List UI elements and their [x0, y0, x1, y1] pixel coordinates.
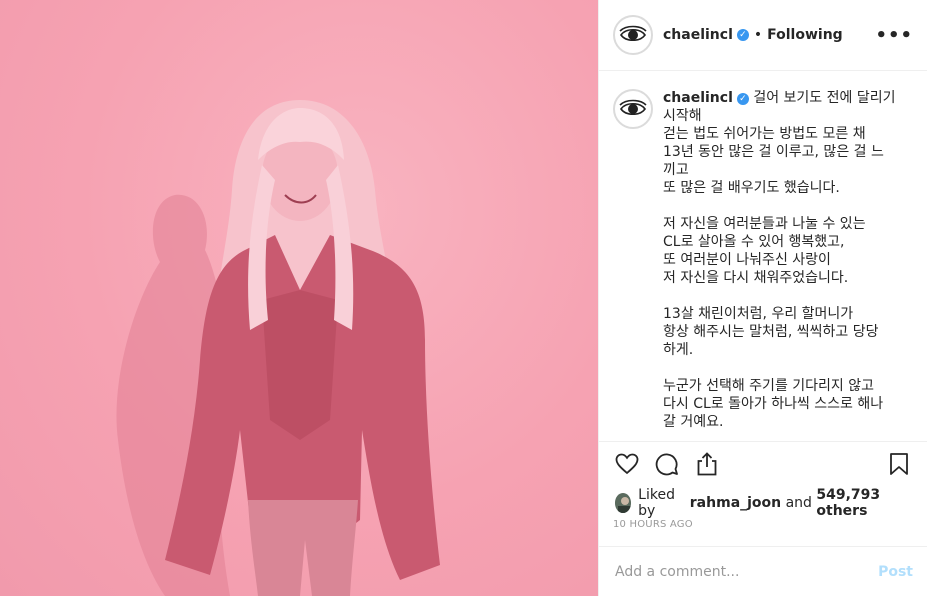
verified-badge-icon: ✓	[736, 93, 749, 105]
caption-line: 또 여러분이 나눠주신 사랑이	[663, 252, 831, 268]
caption-line: 13년 동안 많은 걸 이루고, 많은 걸 느	[663, 144, 884, 160]
post-comment-button[interactable]: Post	[878, 564, 913, 580]
likes-prefix: Liked by	[638, 487, 675, 519]
post-photo[interactable]	[0, 0, 598, 596]
author-username[interactable]: chaelincl	[663, 27, 733, 43]
eye-avatar-icon	[616, 18, 650, 52]
liker-username[interactable]: rahma_joon	[690, 495, 781, 511]
caption-line: 걷는 법도 쉬어가는 방법도 모른 채	[663, 126, 866, 142]
post-side-panel: chaelincl ✓ • Following ••• chaelincl ✓ …	[598, 0, 927, 596]
caption-line: 항상 해주시는 말처럼, 씩씩하고 당당	[663, 324, 879, 340]
add-comment-bar: Post	[599, 546, 927, 596]
photo-subject	[116, 100, 440, 596]
caption-line: 또 많은 걸 배우기도 했습니다.	[663, 180, 840, 196]
caption-line: 저 자신을 여러분들과 나눌 수 있는	[663, 216, 866, 232]
separator-dot: •	[753, 27, 763, 43]
eye-avatar-icon	[616, 92, 650, 126]
liker-avatar[interactable]	[615, 493, 632, 513]
share-icon[interactable]	[693, 450, 721, 478]
caption-text: chaelincl ✓ 걸어 보기도 전에 달리기 시작해 걷는 법도 쉬어가는 …	[663, 89, 911, 431]
caption: chaelincl ✓ 걸어 보기도 전에 달리기 시작해 걷는 법도 쉬어가는 …	[613, 89, 913, 431]
caption-line: 하게.	[663, 342, 694, 358]
caption-line: CL로 살아올 수 있어 행복했고,	[663, 234, 845, 250]
verified-badge-icon: ✓	[736, 29, 749, 41]
caption-line: 시작해	[663, 108, 702, 124]
heart-icon[interactable]	[613, 450, 641, 478]
comment-icon[interactable]	[653, 450, 681, 478]
likes-joiner: and	[785, 495, 812, 511]
caption-avatar[interactable]	[613, 89, 653, 129]
post-timestamp[interactable]: 10 HOURS AGO	[613, 519, 693, 530]
following-button[interactable]: Following	[767, 27, 843, 43]
caption-line: 갈 거예요.	[663, 414, 724, 430]
caption-line: 다시 CL로 돌아가 하나씩 스스로 해나	[663, 396, 884, 412]
author-avatar[interactable]	[613, 15, 653, 55]
caption-line: 누군가 선택해 주기를 기다리지 않고	[663, 378, 874, 394]
caption-line: 저 자신을 다시 채워주었습니다.	[663, 270, 849, 286]
post-header: chaelincl ✓ • Following •••	[599, 0, 927, 71]
more-options-icon[interactable]: •••	[875, 25, 913, 46]
caption-line: 13살 채린이처럼, 우리 할머니가	[663, 306, 854, 322]
instagram-post-modal: chaelincl ✓ • Following ••• chaelincl ✓ …	[0, 0, 927, 596]
likes-summary: Liked by rahma_joon and 549,793 others	[615, 487, 913, 519]
bookmark-icon[interactable]	[885, 450, 913, 478]
comments-area[interactable]: chaelincl ✓ 걸어 보기도 전에 달리기 시작해 걷는 법도 쉬어가는 …	[599, 71, 927, 441]
caption-line: 끼고	[663, 162, 689, 178]
comment-input[interactable]	[613, 562, 879, 581]
action-bar	[599, 441, 927, 485]
caption-line: 걸어 보기도 전에 달리기	[753, 90, 896, 106]
caption-username[interactable]: chaelincl	[663, 90, 733, 106]
likes-count[interactable]: 549,793 others	[816, 487, 913, 519]
